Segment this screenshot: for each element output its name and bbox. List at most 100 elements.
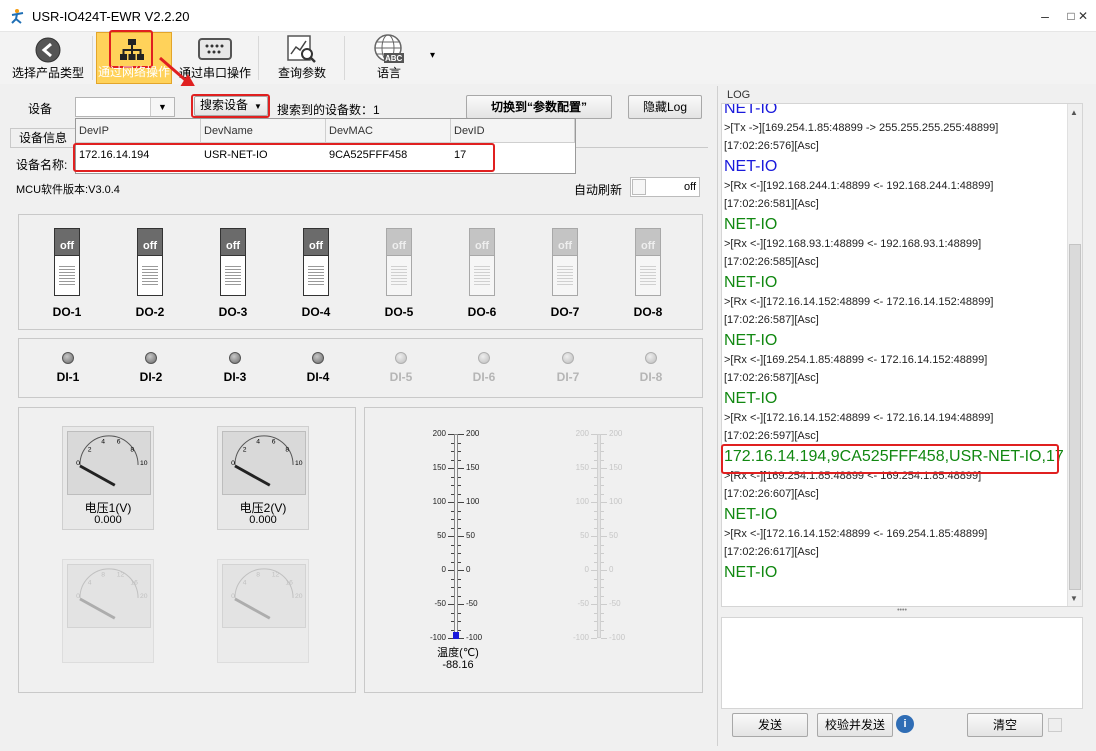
thermometer-tick — [594, 476, 597, 478]
thermometer-scale-label: 0 — [441, 565, 446, 574]
do-switch[interactable]: off — [220, 228, 246, 296]
app-logo-icon — [11, 9, 24, 24]
thermometer-tick — [451, 493, 454, 495]
thermometer-scale-label: 200 — [466, 429, 480, 438]
switch-body — [220, 256, 246, 296]
column-header[interactable]: DevIP — [76, 119, 201, 143]
thermometer-tick — [448, 434, 454, 435]
splitter-grip[interactable]: •••• — [721, 607, 1083, 617]
device-select[interactable]: ▼ — [75, 97, 175, 117]
log-entry: >[Rx <-][172.16.14.152:48899 <- 169.254.… — [724, 528, 988, 540]
thermometer-tick — [451, 459, 454, 461]
check-send-button[interactable]: 校验并发送 — [817, 713, 893, 737]
clear-button[interactable]: 清空 — [967, 713, 1043, 737]
switch-body — [386, 256, 412, 296]
tab-device-info[interactable]: 设备信息 — [10, 128, 76, 148]
thermometer-scale-label: -100 — [609, 633, 626, 642]
scroll-up-icon[interactable]: ▲ — [1070, 108, 1078, 117]
log-scrollbar[interactable]: ▲ ▼ — [1067, 104, 1082, 606]
thermometer-tick — [458, 442, 461, 444]
log-message: NET-IO — [724, 332, 778, 349]
query-params-button[interactable]: 查询参数 — [266, 32, 338, 84]
scroll-down-icon[interactable]: ▼ — [1070, 594, 1078, 603]
log-title: LOG — [727, 89, 751, 101]
log-entry: [17:02:26:587][Asc] — [724, 372, 819, 384]
do-label: DO-3 — [218, 305, 248, 319]
log-message: NET-IO — [724, 103, 778, 117]
language-button[interactable]: ABC 语言 — [352, 32, 426, 84]
thermometer-tick — [458, 493, 461, 495]
mcu-label: MCU软件版本: — [16, 184, 89, 196]
switch-body — [54, 256, 80, 296]
toolbar-label: 查询参数 — [277, 66, 326, 80]
thermometer-scale-label: -100 — [466, 633, 483, 642]
thermometer-tick — [594, 544, 597, 546]
thermometer-tick — [451, 519, 454, 520]
current1-gauge: 0 4 8 12 16 20 — [62, 559, 154, 663]
thermometer-scale-label: 100 — [432, 497, 446, 506]
thermometer-tick — [591, 570, 597, 571]
thermometer-tick — [601, 476, 604, 478]
scrollbar-thumb[interactable] — [1069, 244, 1081, 590]
gauge-scale: 8 — [101, 572, 105, 579]
log-output[interactable]: NET-IO >[Tx ->][169.254.1.85:48899 -> 255… — [721, 103, 1083, 607]
do-label: DO-2 — [135, 305, 165, 319]
column-header[interactable]: DevName — [201, 119, 326, 143]
log-entry: [17:02:26:581][Asc] — [724, 198, 819, 210]
mcu-version-value: V3.0.4 — [88, 184, 120, 196]
thermometer-tick — [601, 544, 604, 546]
gauge-scale: 2 — [243, 446, 247, 453]
thermometer-tick — [451, 621, 454, 622]
thermometer-tick — [451, 510, 454, 512]
thermometer-tick — [591, 468, 597, 469]
thermometer-scale-label: 0 — [466, 565, 471, 574]
switch-state: off — [137, 228, 163, 256]
thermometer-level — [453, 632, 459, 639]
thermometer-tick — [448, 570, 454, 571]
do-switch[interactable]: off — [303, 228, 329, 296]
gauge-scale: 20 — [140, 593, 148, 600]
gauge-scale: 4 — [256, 439, 260, 446]
do-label: DO-5 — [384, 305, 414, 319]
thermometer-tick — [458, 553, 461, 554]
thermometer-tick — [601, 519, 604, 520]
switch-to-config-button[interactable]: 切换到“参数配置” — [466, 95, 612, 119]
temperature-group — [364, 407, 703, 693]
column-header[interactable]: DevMAC — [326, 119, 451, 143]
do-switch[interactable]: off — [137, 228, 163, 296]
hide-log-button[interactable]: 隐藏Log — [628, 95, 702, 119]
auto-refresh-toggle[interactable]: off — [630, 177, 700, 197]
switch-grip — [474, 264, 490, 286]
di-label: DI-6 — [472, 370, 496, 384]
thermometer-tick — [458, 578, 461, 580]
checkbox[interactable] — [1048, 718, 1062, 732]
highlight-box — [191, 94, 270, 118]
send-input[interactable] — [721, 617, 1083, 709]
switch-grip — [557, 264, 573, 286]
gauge-scale: 8 — [130, 446, 134, 453]
thermometer-tick — [601, 485, 604, 486]
thermometer-tick — [458, 519, 461, 520]
thermometer-tick — [594, 621, 597, 622]
di-indicator-icon — [645, 352, 657, 364]
log-entry: [17:02:26:607][Asc] — [724, 488, 819, 500]
send-button[interactable]: 发送 — [732, 713, 808, 737]
info-icon[interactable]: i — [896, 715, 914, 733]
thermometer-tick — [458, 621, 461, 622]
gauge-scale: 16 — [130, 579, 138, 586]
thermometer-tick — [451, 612, 454, 614]
thermometer-tick — [601, 638, 607, 639]
do-switch[interactable]: off — [54, 228, 80, 296]
log-entry: >[Tx ->][169.254.1.85:48899 -> 255.255.2… — [724, 122, 999, 134]
thermometer-tick — [451, 544, 454, 546]
thermometer-tick — [601, 502, 607, 503]
thermometer-tick — [458, 434, 464, 435]
select-product-type-button[interactable]: 选择产品类型 — [6, 32, 90, 84]
switch-state: off — [303, 228, 329, 256]
minimize-button[interactable]: – — [1032, 6, 1058, 26]
close-button[interactable]: ✕ — [1070, 6, 1096, 26]
do-switch: off — [635, 228, 661, 296]
column-header[interactable]: DevID — [451, 119, 575, 143]
chevron-down-icon[interactable]: ▾ — [430, 50, 435, 61]
switch-grip — [308, 264, 324, 286]
